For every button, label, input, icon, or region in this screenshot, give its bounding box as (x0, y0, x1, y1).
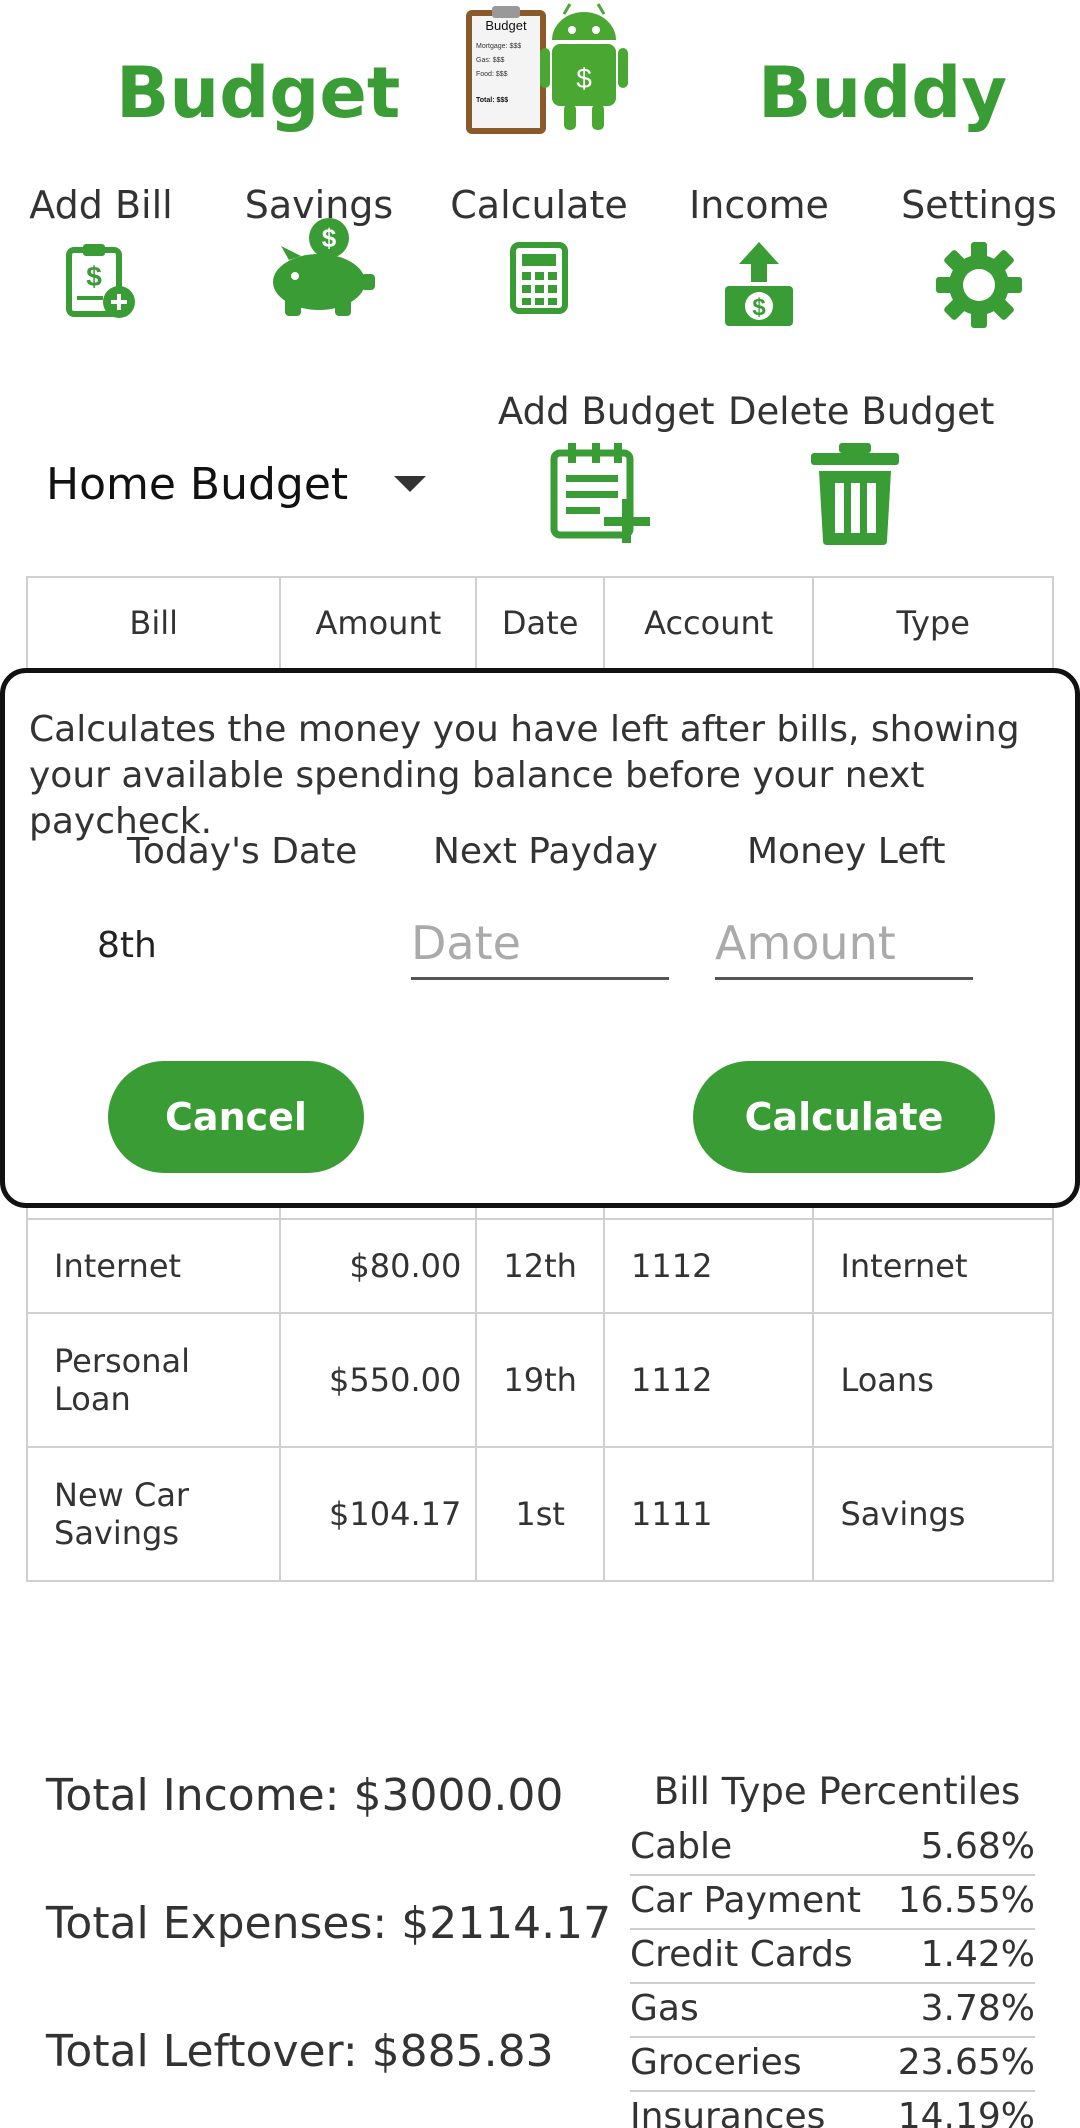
percentile-row: Cable 5.68% (630, 1822, 1035, 1876)
percentile-name: Credit Cards (630, 1934, 853, 1975)
money-left-header: Money Left (747, 831, 946, 872)
calculate-label: Calculate (450, 183, 628, 227)
percentile-value: 5.68% (920, 1826, 1035, 1867)
table-row[interactable]: New Car Savings $104.17 1st 1111 Savings (25, 1446, 1054, 1582)
cell-type: Internet (812, 1218, 1054, 1314)
delete-budget-label: Delete Budget (728, 390, 995, 433)
budget-dropdown-value: Home Budget (46, 458, 349, 510)
cell-date: 12th (475, 1218, 605, 1314)
percentile-name: Car Payment (630, 1880, 862, 1921)
settings-label: Settings (901, 183, 1057, 227)
percentile-name: Cable (630, 1826, 733, 1867)
dropdown-arrow-icon (394, 476, 426, 492)
next-payday-header: Next Payday (433, 831, 658, 872)
today-date-value: 8th (97, 925, 157, 966)
percentile-name: Groceries (630, 2042, 802, 2083)
percentile-row: Groceries 23.65% (630, 2038, 1035, 2092)
svg-text:$: $ (86, 261, 102, 292)
cell-type: Savings (812, 1446, 1054, 1582)
piggy-bank-icon: $ (273, 218, 375, 316)
cell-bill: Internet (25, 1218, 282, 1314)
calculate-dialog: Calculates the money you have left after… (0, 668, 1080, 1208)
total-expenses: Total Expenses: $2114.17 (46, 1898, 612, 1949)
add-budget-label: Add Budget (498, 390, 715, 433)
income-label: Income (689, 183, 829, 227)
cell-bill: Personal Loan (25, 1312, 282, 1448)
income-button[interactable]: Income $ (664, 180, 854, 328)
header-date[interactable]: Date (475, 576, 605, 670)
gear-icon (936, 242, 1022, 328)
settings-button[interactable]: Settings (884, 180, 1074, 328)
logo-clipboard-title: Budget (485, 18, 527, 33)
calculate-submit-button[interactable]: Calculate (693, 1061, 995, 1173)
today-date-header: Today's Date (127, 831, 358, 872)
total-income: Total Income: $3000.00 (46, 1770, 564, 1821)
percentile-value: 16.55% (897, 1880, 1035, 1921)
cell-amount: $80.00 (279, 1218, 478, 1314)
add-bill-label: Add Bill (29, 183, 173, 227)
percentile-value: 3.78% (920, 1988, 1035, 2029)
cell-account: 1112 (602, 1218, 815, 1314)
add-budget-icon (550, 443, 650, 543)
cell-date: 1st (475, 1446, 605, 1582)
cell-account: 1111 (602, 1446, 815, 1582)
percentile-value: 14.19% (897, 2096, 1035, 2128)
table-row[interactable]: Internet $80.00 12th 1112 Internet (25, 1218, 1054, 1314)
percentile-row: Credit Cards 1.42% (630, 1930, 1035, 1984)
budget-dropdown[interactable]: Home Budget (30, 440, 450, 528)
percentile-row: Gas 3.78% (630, 1984, 1035, 2038)
add-budget-button[interactable]: Add Budget (498, 390, 715, 545)
cell-account: 1112 (602, 1312, 815, 1448)
percentiles-list: Cable 5.68% Car Payment 16.55% Credit Card… (630, 1822, 1035, 2128)
percentile-row: Insurances 14.19% (630, 2092, 1035, 2128)
calculate-button[interactable]: Calculate (444, 180, 634, 314)
svg-text:$: $ (752, 294, 766, 321)
header-amount[interactable]: Amount (279, 576, 478, 670)
percentile-value: 23.65% (897, 2042, 1035, 2083)
add-bill-icon: $ (66, 244, 135, 318)
table-row[interactable]: Personal Loan $550.00 19th 1112 Loans (25, 1312, 1054, 1448)
total-leftover: Total Leftover: $885.83 (46, 2026, 554, 2077)
table-header-row: Bill Amount Date Account Type (25, 576, 1054, 670)
dialog-description: Calculates the money you have left after… (29, 709, 1020, 842)
header-type[interactable]: Type (812, 576, 1054, 670)
income-icon: $ (725, 242, 793, 326)
header-account[interactable]: Account (602, 576, 815, 670)
percentile-name: Gas (630, 1988, 699, 2029)
logo-clipboard-line: Mortgage: $$$ (476, 43, 521, 50)
percentile-value: 1.42% (920, 1934, 1035, 1975)
brand-title-right: Buddy (758, 52, 1008, 134)
cell-type: Loans (812, 1312, 1054, 1448)
logo-clipboard-total: Total: $$$ (476, 97, 508, 104)
cell-date: 19th (475, 1312, 605, 1448)
brand-title-left: Budget (116, 52, 401, 134)
cell-amount: $104.17 (279, 1446, 478, 1582)
cancel-button[interactable]: Cancel (108, 1061, 364, 1173)
logo-clipboard-line: Gas: $$$ (476, 57, 505, 64)
savings-button[interactable]: Savings $ (224, 180, 414, 316)
money-left-input[interactable] (715, 908, 973, 980)
next-payday-input[interactable] (411, 908, 669, 980)
cell-amount: $550.00 (279, 1312, 478, 1448)
percentiles-title: Bill Type Percentiles (653, 1770, 1021, 1813)
app-logo: Budget Mortgage: $$$ Gas: $$$ Food: $$$ … (466, 3, 628, 134)
cell-bill: New Car Savings (25, 1446, 282, 1582)
delete-budget-button[interactable]: Delete Budget (728, 390, 995, 545)
percentile-name: Insurances (630, 2096, 826, 2128)
header-bill[interactable]: Bill (25, 576, 282, 670)
logo-robot-symbol: $ (576, 63, 592, 94)
logo-clipboard-line: Food: $$$ (476, 71, 508, 78)
trash-icon (811, 443, 899, 545)
calculator-icon (510, 242, 568, 314)
svg-text:$: $ (322, 223, 337, 253)
percentile-row: Car Payment 16.55% (630, 1876, 1035, 1930)
add-bill-button[interactable]: Add Bill $ (6, 180, 196, 322)
